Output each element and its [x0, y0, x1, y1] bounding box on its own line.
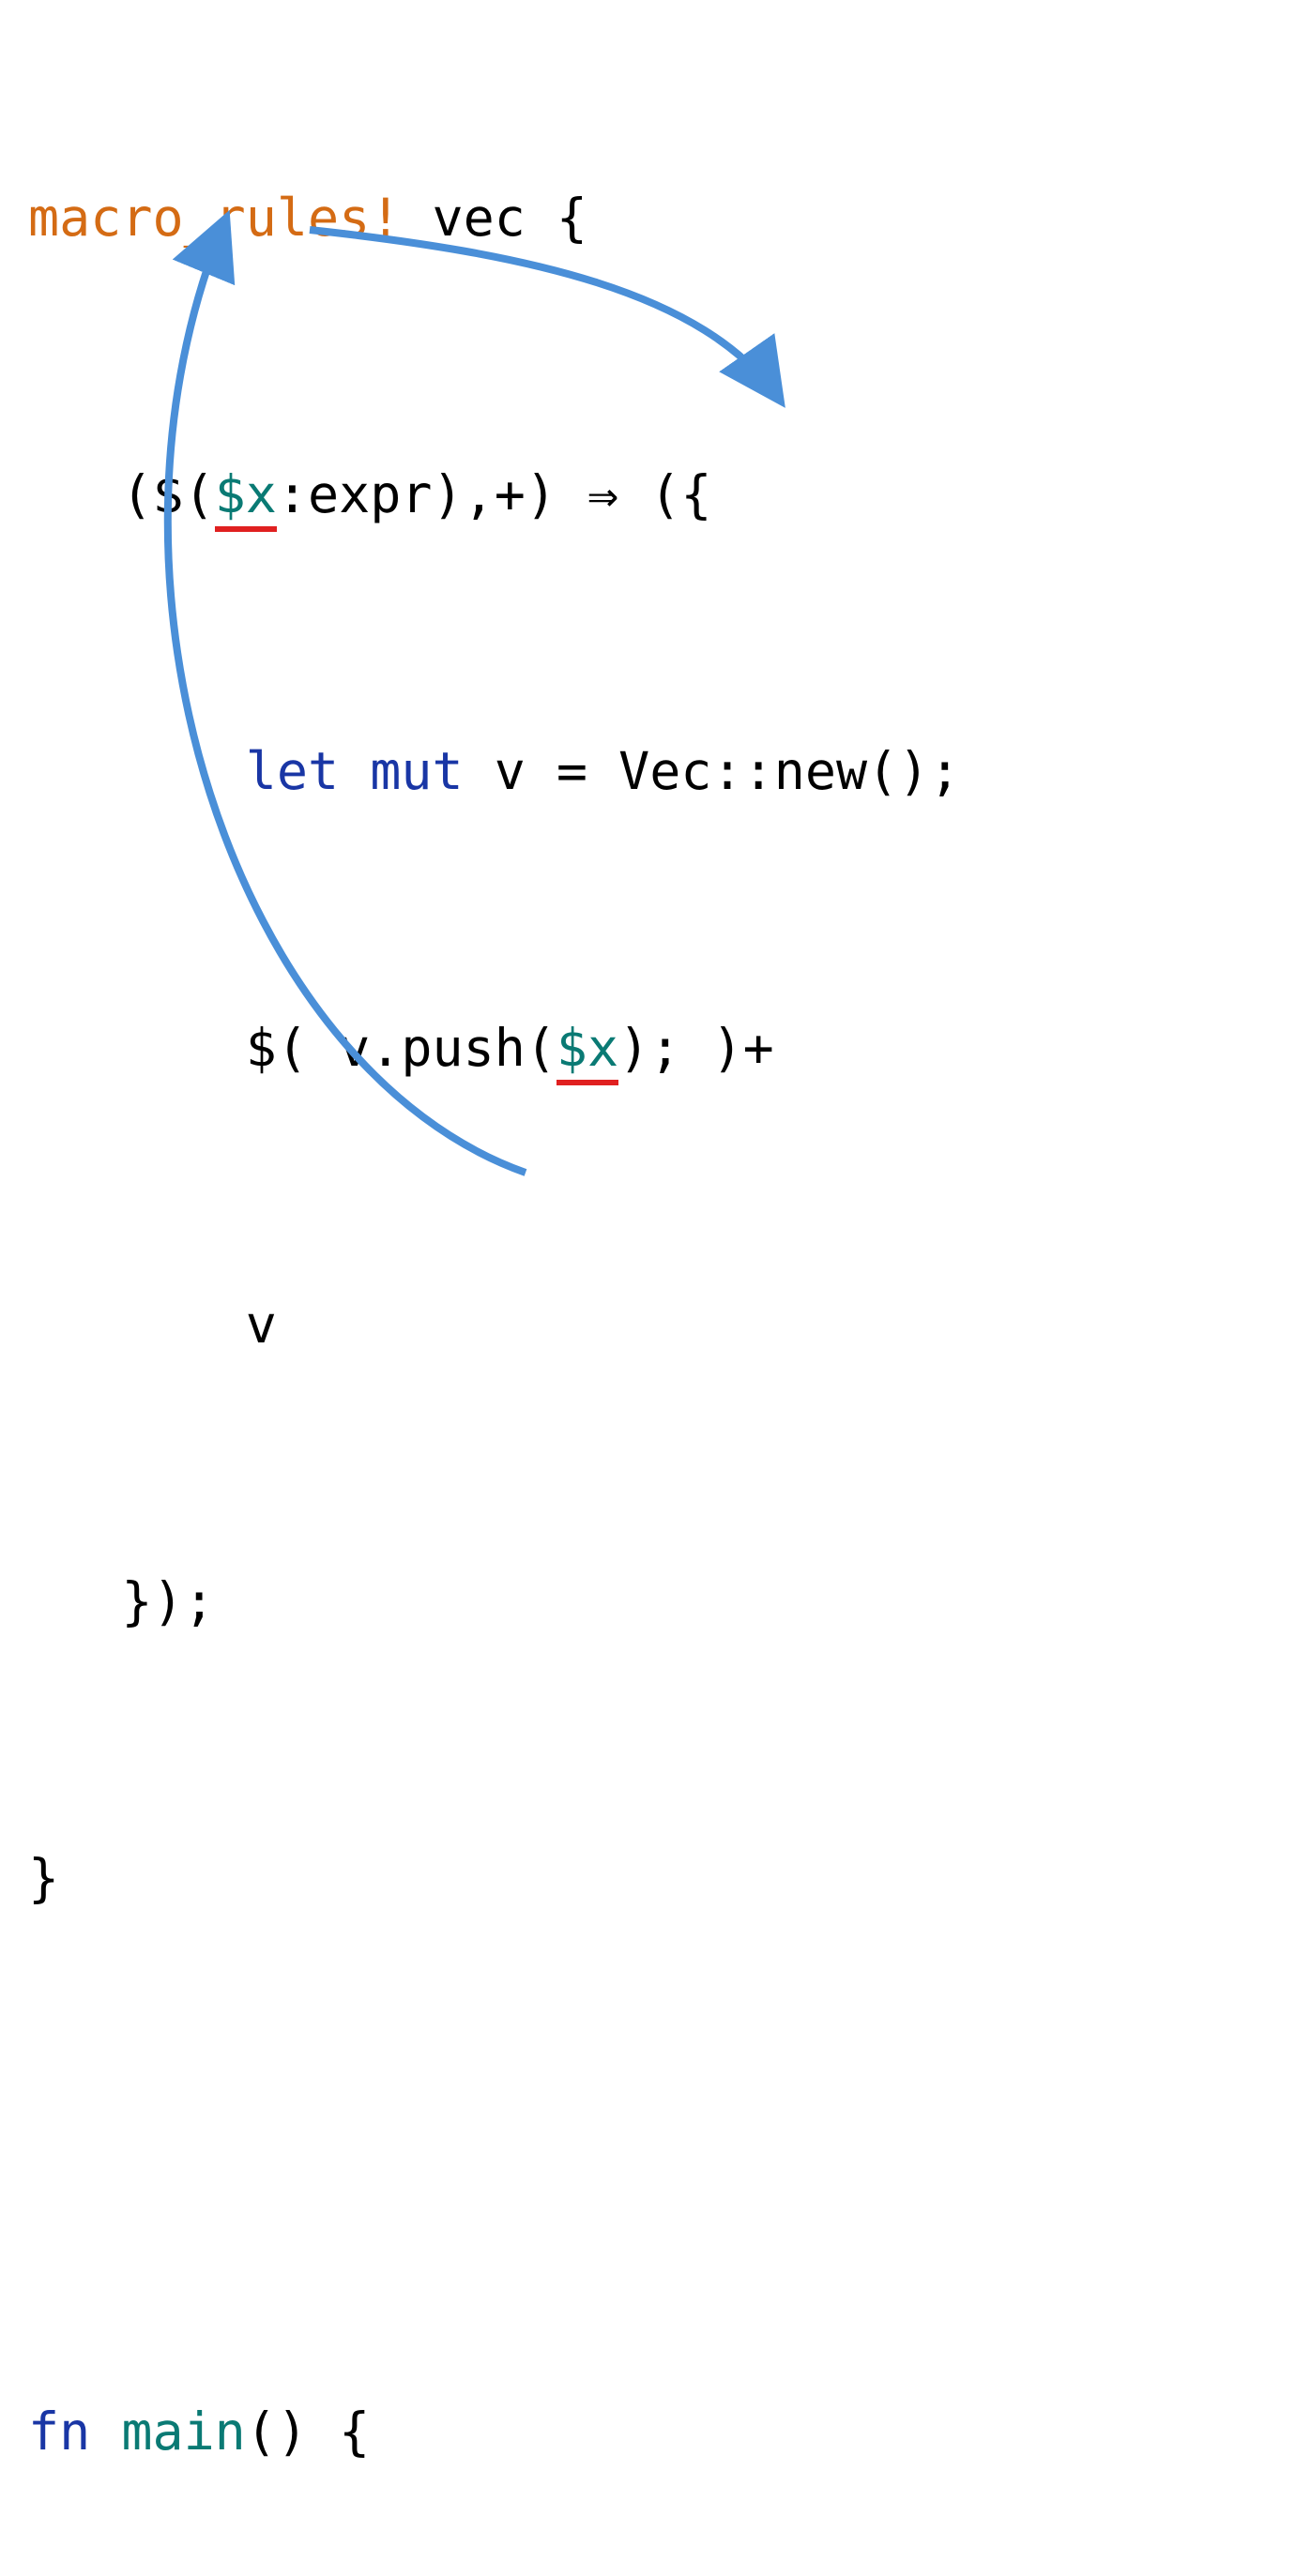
code-line-6: }); [28, 1576, 960, 1698]
code-line-3: let mut v = Vec::new(); [28, 746, 960, 868]
token-main: main [121, 2402, 245, 2462]
token-vec-open: vec { [401, 188, 587, 248]
token-l5: v [28, 1295, 277, 1355]
token-l4-pre: $( v.push( [28, 1018, 557, 1078]
code-line-7: } [28, 1853, 960, 1975]
code-line-5: v [28, 1299, 960, 1421]
token-l4-post: ); )+ [618, 1018, 774, 1078]
code-line-8 [28, 2129, 960, 2251]
token-l7: } [28, 1848, 59, 1908]
token-l6: }); [28, 1571, 215, 1631]
token-let-mut: let mut [246, 741, 464, 801]
token-dollar-x-body: $x [557, 1018, 618, 1085]
code-diagram: macro_rules! vec { ($($x:expr),+) ⇒ ({ l… [0, 0, 1296, 1288]
token-fn: fn [28, 2402, 121, 2462]
code-line-4: $( v.push($x); )+ [28, 1023, 960, 1144]
code-line-9: fn main() { [28, 2406, 960, 2528]
token-l3-rest: v = Vec::new(); [464, 741, 961, 801]
code-line-2: ($($x:expr),+) ⇒ ({ [28, 469, 960, 591]
token-l3-indent [28, 741, 246, 801]
token-macro-rules: macro_rules! [28, 188, 401, 248]
code-line-1: macro_rules! vec { [28, 192, 960, 314]
token-dollar-x-pattern: $x [215, 464, 277, 532]
code-block: macro_rules! vec { ($($x:expr),+) ⇒ ({ l… [28, 38, 960, 2576]
token-l2-pre: ($( [28, 464, 215, 524]
token-l9-rest: () { [246, 2402, 370, 2462]
token-l2-post: :expr),+) ⇒ ({ [277, 464, 712, 524]
